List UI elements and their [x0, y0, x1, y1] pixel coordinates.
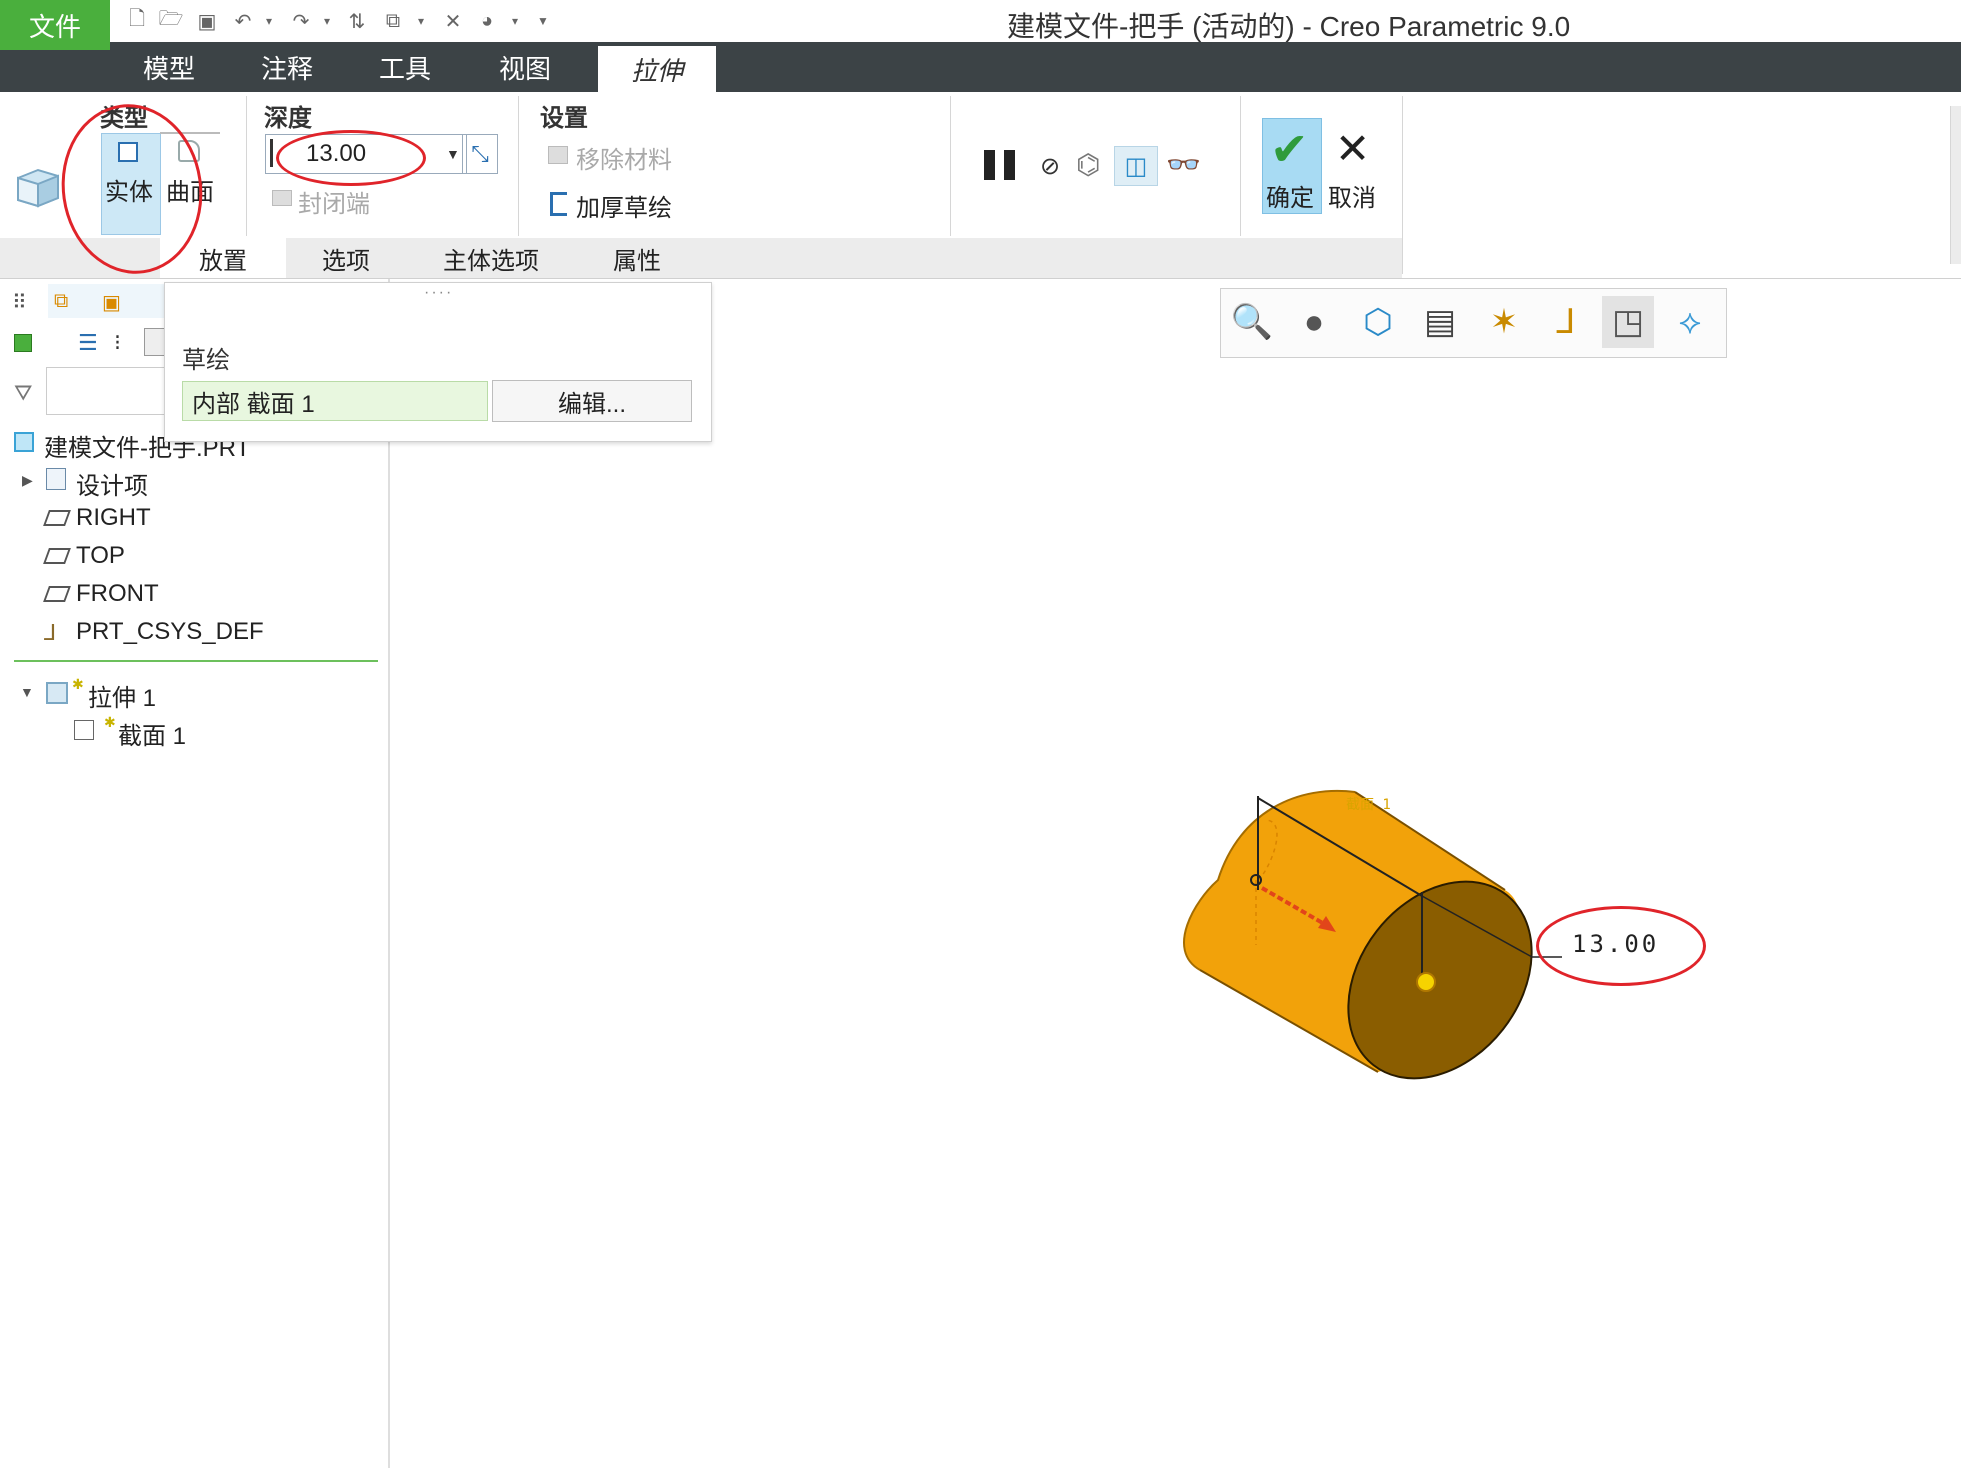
tree-list-icon[interactable]: ☰ — [78, 330, 98, 356]
annotation-display-icon[interactable]: ◳ — [1602, 296, 1654, 348]
ribbon-separator — [518, 96, 519, 236]
new-feature-marker-icon: ✱ — [72, 676, 84, 692]
tree-settings-icon[interactable] — [144, 328, 166, 356]
glasses-icon[interactable]: 👓 — [1166, 148, 1201, 181]
remove-material-label: 移除材料 — [576, 147, 672, 174]
appearance-icon[interactable]: ◕ — [474, 9, 500, 33]
view-manager-icon[interactable]: ▤ — [1414, 296, 1466, 348]
customize-toolbar-icon[interactable]: ▼ — [536, 9, 550, 33]
model-tree-icon[interactable]: ⠿ — [12, 290, 27, 315]
expand-arrow-icon[interactable]: ▶ — [22, 472, 33, 489]
thicken-sketch-icon[interactable] — [550, 192, 567, 216]
redo-dropdown-icon[interactable]: ▾ — [320, 9, 334, 33]
refit-icon[interactable]: 🔍 — [1226, 296, 1278, 348]
sketch-label: 草绘 — [182, 347, 230, 374]
tab-annotate[interactable]: 注释 — [236, 42, 338, 92]
datum-display-icon[interactable]: ✶ — [1478, 296, 1530, 348]
tree-item-front[interactable]: FRONT — [76, 580, 159, 608]
ok-label: 确定 — [1266, 185, 1314, 212]
tree-filter-input[interactable] — [46, 367, 168, 415]
extrude-feature-icon — [17, 168, 59, 208]
ribbon-separator — [1240, 96, 1241, 236]
extrude-tree-icon — [46, 682, 68, 704]
window-title: 建模文件-把手 (活动的) - Creo Parametric 9.0 — [1007, 11, 1571, 42]
new-feature-marker-icon: ✱ — [104, 714, 116, 730]
tree-item-csys[interactable]: PRT_CSYS_DEF — [76, 618, 264, 646]
flip-direction-icon[interactable]: ⤡ — [462, 134, 498, 174]
check-icon: ✔ — [1270, 123, 1309, 175]
tree-columns-icon[interactable]: ⁝ — [114, 330, 121, 356]
filter-icon[interactable]: ⛛ — [14, 380, 32, 406]
annotation-circle-depth — [276, 130, 426, 186]
verify-mode-icon[interactable]: ⌬ — [1076, 148, 1100, 181]
undo-dropdown-icon[interactable]: ▾ — [262, 9, 276, 33]
new-file-icon[interactable]: 🗋 — [124, 8, 150, 33]
ribbon-separator — [1402, 96, 1403, 274]
subtab-properties[interactable]: 属性 — [576, 238, 699, 278]
tab-extrude[interactable]: 拉伸 — [598, 46, 716, 92]
section-collector-value: 内部 截面 1 — [192, 391, 315, 418]
settings-group-label: 设置 — [540, 105, 588, 132]
tab-model[interactable]: 模型 — [118, 42, 220, 92]
favorites-folder-icon[interactable]: ▣ — [102, 290, 121, 315]
depth-group-label: 深度 — [264, 105, 312, 132]
save-icon[interactable]: ▣ — [194, 9, 220, 33]
sketch-icon — [74, 720, 94, 740]
tree-feature-extrude[interactable]: 拉伸 1 — [88, 678, 156, 713]
saved-orientations-icon[interactable]: ⬡ — [1352, 296, 1404, 348]
close-window-icon[interactable]: ✕ — [440, 9, 466, 33]
capped-ends-label: 封闭端 — [298, 191, 370, 218]
edit-sketch-button[interactable]: 编辑... — [492, 380, 692, 422]
windows-icon[interactable]: ⧉ — [380, 9, 406, 33]
layers-icon[interactable]: ⧉ — [54, 290, 68, 313]
show-icon[interactable] — [14, 334, 32, 352]
tree-item-right[interactable]: RIGHT — [76, 504, 151, 532]
collapse-arrow-icon[interactable]: ▼ — [20, 684, 34, 700]
ribbon-separator — [246, 96, 247, 236]
part-icon — [14, 432, 34, 452]
capped-ends-icon — [272, 190, 292, 206]
panel-grip-icon[interactable]: ···· — [424, 284, 453, 302]
display-style-icon[interactable]: ● — [1288, 296, 1340, 348]
depth-drag-handle[interactable] — [1416, 972, 1436, 992]
spin-center-icon[interactable]: ⟡ — [1664, 296, 1716, 348]
subtab-options[interactable]: 选项 — [286, 238, 407, 278]
pause-icon[interactable] — [984, 150, 1016, 180]
csys-icon: ⅃ — [44, 620, 57, 645]
thicken-sketch-label[interactable]: 加厚草绘 — [576, 188, 672, 223]
feature-preview-icon[interactable]: ◫ — [1114, 146, 1158, 186]
annotation-circle-dimension — [1536, 906, 1706, 986]
tab-tools[interactable]: 工具 — [354, 42, 456, 92]
ribbon-scrollbar[interactable] — [1950, 106, 1961, 264]
open-folder-icon[interactable]: 🗁 — [158, 8, 184, 33]
remove-material-icon — [548, 146, 568, 164]
insert-here-line[interactable] — [14, 660, 378, 662]
tree-item-top[interactable]: TOP — [76, 542, 125, 570]
regenerate-icon[interactable]: ⇅ — [344, 9, 370, 33]
cancel-label[interactable]: 取消 — [1328, 178, 1376, 213]
tab-file[interactable]: 文件 — [0, 0, 110, 50]
tree-feature-section[interactable]: 截面 1 — [118, 716, 186, 751]
csys-display-icon[interactable]: ⅃ — [1540, 296, 1592, 348]
windows-dropdown-icon[interactable]: ▾ — [414, 9, 428, 33]
appearance-dropdown-icon[interactable]: ▾ — [508, 9, 522, 33]
subtab-body-options[interactable]: 主体选项 — [406, 238, 577, 278]
depth-dropdown-icon[interactable]: ▼ — [446, 146, 460, 162]
subtab-strip — [698, 238, 1402, 278]
redo-icon[interactable]: ↷ — [288, 9, 314, 33]
undo-icon[interactable]: ↶ — [230, 9, 256, 33]
tab-view[interactable]: 视图 — [474, 42, 576, 92]
tree-item-design[interactable]: 设计项 — [76, 466, 148, 501]
no-preview-icon[interactable]: ⊘ — [1040, 152, 1060, 181]
ribbon-separator — [950, 96, 951, 236]
cancel-icon[interactable]: ✕ — [1335, 124, 1370, 173]
design-items-icon — [46, 468, 66, 490]
section-tag: 截面 1 — [1346, 797, 1391, 813]
